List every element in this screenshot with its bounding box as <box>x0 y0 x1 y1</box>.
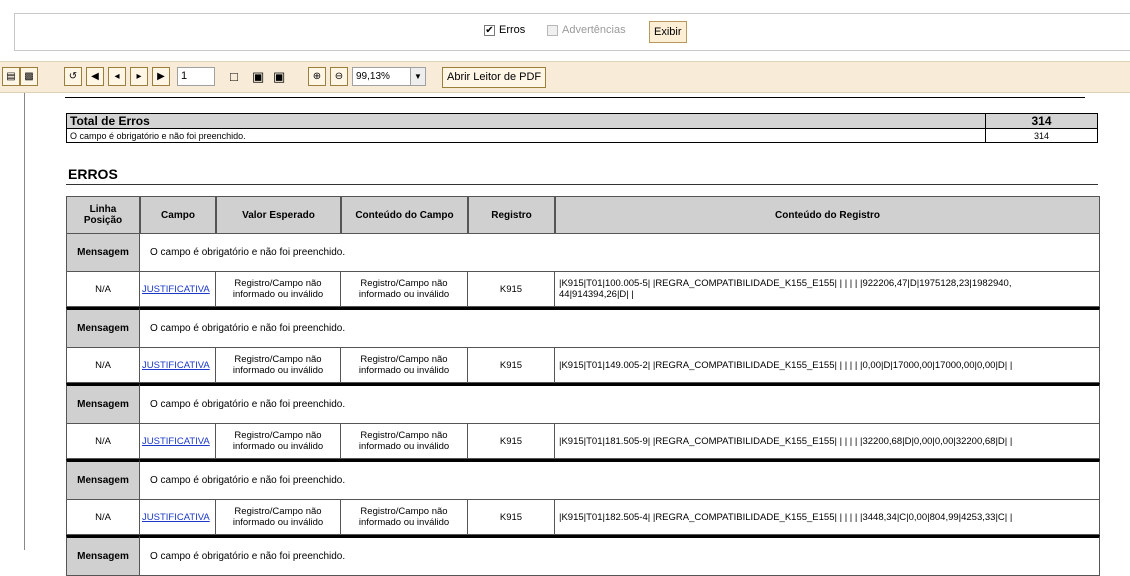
total-errors-table: Total de Erros 314 O campo é obrigatório… <box>66 113 1098 143</box>
open-pdf-reader-button[interactable]: Abrir Leitor de PDF <box>442 67 547 88</box>
next-page-icon[interactable]: ▸ <box>130 67 148 86</box>
registro-cell: K915 <box>468 424 555 459</box>
total-errors-count: 314 <box>985 113 1098 129</box>
message-text: O campo é obrigatório e não foi preenchi… <box>140 307 1100 348</box>
valor-esperado-cell: Registro/Campo não informado ou inválido <box>216 424 341 459</box>
message-row: Mensagem O campo é obrigatório e não foi… <box>66 459 1100 500</box>
message-text: O campo é obrigatório e não foi preenchi… <box>140 459 1100 500</box>
message-text: O campo é obrigatório e não foi preenchi… <box>140 535 1100 576</box>
message-label: Mensagem <box>66 234 140 272</box>
registro-cell: K915 <box>468 348 555 383</box>
erros-checkbox[interactable]: ✔ <box>484 24 495 36</box>
conteudo-campo-cell: Registro/Campo não informado ou inválido <box>341 500 468 535</box>
conteudo-campo-cell: Registro/Campo não informado ou inválido <box>341 272 468 307</box>
campo-link[interactable]: JUSTIFICATIVA <box>140 500 216 535</box>
message-row: Mensagem O campo é obrigatório e não foi… <box>66 383 1100 424</box>
header-conteudo-campo: Conteúdo do Campo <box>341 196 468 234</box>
advertencias-label: Advertências <box>562 24 626 36</box>
message-row: Mensagem O campo é obrigatório e não foi… <box>66 234 1100 272</box>
last-page-icon[interactable]: ▶ <box>152 67 170 86</box>
table-row: N/A JUSTIFICATIVA Registro/Campo não info… <box>66 348 1100 383</box>
linha-cell: N/A <box>66 424 140 459</box>
whole-page-icon[interactable]: ▣ <box>252 68 264 85</box>
advertencias-checkbox[interactable] <box>547 24 558 36</box>
page-number-input[interactable]: 1 <box>177 67 215 86</box>
conteudo-registro-cell: |K915|T01|149.005-2| |REGRA_COMPATIBILID… <box>555 348 1100 383</box>
errors-table: Linha Posição Campo Valor Esperado Conteú… <box>66 196 1100 576</box>
first-page-icon[interactable]: ◀ <box>86 67 104 86</box>
chevron-down-icon[interactable]: ▼ <box>410 68 425 85</box>
print-icon[interactable]: ▩ <box>20 67 38 86</box>
header-rule <box>65 97 1085 98</box>
total-error-description: O campo é obrigatório e não foi preenchi… <box>66 128 986 143</box>
campo-link[interactable]: JUSTIFICATIVA <box>140 272 216 307</box>
errors-header-row: Linha Posição Campo Valor Esperado Conteú… <box>66 196 1100 234</box>
linha-cell: N/A <box>66 348 140 383</box>
message-row: Mensagem O campo é obrigatório e não foi… <box>66 307 1100 348</box>
conteudo-campo-cell: Registro/Campo não informado ou inválido <box>341 424 468 459</box>
conteudo-registro-cell: |K915|T01|182.505-4| |REGRA_COMPATIBILID… <box>555 500 1100 535</box>
total-error-description-count: 314 <box>985 128 1098 143</box>
zoom-out-icon[interactable]: ⊖ <box>330 67 348 86</box>
message-label: Mensagem <box>66 459 140 500</box>
header-linha-posicao: Linha Posição <box>66 196 140 234</box>
exibir-button[interactable]: Exibir <box>649 21 687 43</box>
erros-label: Erros <box>499 24 526 36</box>
header-conteudo-registro: Conteúdo do Registro <box>555 196 1100 234</box>
message-label: Mensagem <box>66 535 140 576</box>
erros-filter[interactable]: ✔ Erros <box>484 24 525 36</box>
previous-page-icon[interactable]: ◂ <box>108 67 126 86</box>
section-rule <box>66 184 1098 185</box>
table-row: N/A JUSTIFICATIVA Registro/Campo não info… <box>66 424 1100 459</box>
filter-bar: ✔ Erros Advertências Exibir <box>14 13 1130 51</box>
document-border <box>24 93 25 550</box>
linha-cell: N/A <box>66 500 140 535</box>
zoom-value: 99,13% <box>356 71 390 82</box>
conteudo-registro-cell: |K915|T01|100.005-5| |REGRA_COMPATIBILID… <box>555 272 1100 307</box>
valor-esperado-cell: Registro/Campo não informado ou inválido <box>216 272 341 307</box>
header-campo: Campo <box>140 196 216 234</box>
save-icon[interactable]: ▤ <box>2 67 20 86</box>
campo-link[interactable]: JUSTIFICATIVA <box>140 424 216 459</box>
conteudo-registro-cell: |K915|T01|181.505-9| |REGRA_COMPATIBILID… <box>555 424 1100 459</box>
campo-link[interactable]: JUSTIFICATIVA <box>140 348 216 383</box>
message-text: O campo é obrigatório e não foi preenchi… <box>140 234 1100 272</box>
refresh-icon[interactable]: ↺ <box>64 67 82 86</box>
header-valor-esperado: Valor Esperado <box>216 196 341 234</box>
message-label: Mensagem <box>66 383 140 424</box>
table-row: N/A JUSTIFICATIVA Registro/Campo não info… <box>66 272 1100 307</box>
registro-cell: K915 <box>468 272 555 307</box>
zoom-in-icon[interactable]: ⊕ <box>308 67 326 86</box>
fit-page-icon[interactable]: ▣ <box>273 68 285 85</box>
total-errors-label: Total de Erros <box>66 113 986 129</box>
page-width-icon[interactable]: □ <box>230 68 238 85</box>
table-row: N/A JUSTIFICATIVA Registro/Campo não info… <box>66 500 1100 535</box>
advertencias-filter[interactable]: Advertências <box>547 24 626 36</box>
section-title: ERROS <box>68 166 118 182</box>
valor-esperado-cell: Registro/Campo não informado ou inválido <box>216 348 341 383</box>
report-toolbar: ▤ ▩ ↺ ◀ ◂ ▸ ▶ 1 □ ▣ ▣ ⊕ ⊖ 99,13% ▼ Abrir… <box>0 61 1130 93</box>
message-row: Mensagem O campo é obrigatório e não foi… <box>66 535 1100 576</box>
zoom-select[interactable]: 99,13% ▼ <box>352 67 426 86</box>
registro-cell: K915 <box>468 500 555 535</box>
conteudo-campo-cell: Registro/Campo não informado ou inválido <box>341 348 468 383</box>
linha-cell: N/A <box>66 272 140 307</box>
message-text: O campo é obrigatório e não foi preenchi… <box>140 383 1100 424</box>
header-registro: Registro <box>468 196 555 234</box>
message-label: Mensagem <box>66 307 140 348</box>
valor-esperado-cell: Registro/Campo não informado ou inválido <box>216 500 341 535</box>
